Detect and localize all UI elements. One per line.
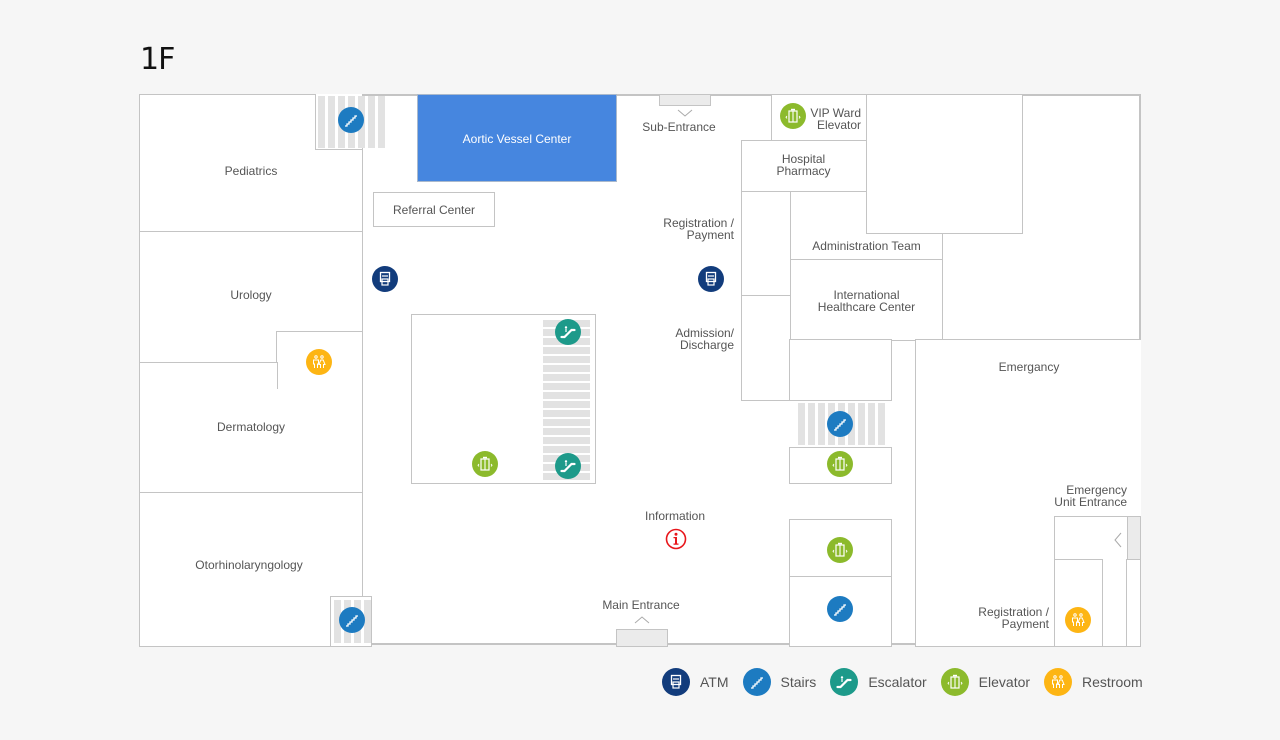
label-line: Payment — [686, 228, 734, 242]
legend-label: Restroom — [1082, 674, 1143, 690]
elevator-icon[interactable] — [472, 451, 498, 477]
label-er-registration-payment: Registration / Payment — [941, 606, 1049, 630]
label-sub-entrance: Sub-Entrance — [642, 120, 716, 134]
information-icon[interactable] — [665, 528, 687, 550]
main-entrance-door[interactable] — [616, 629, 668, 647]
label-line: Elevator — [816, 118, 861, 132]
label-pediatrics: Pediatrics — [224, 164, 278, 178]
stairs-icon[interactable] — [827, 411, 853, 437]
label-information: Information — [644, 509, 706, 523]
sub-entrance-door[interactable] — [659, 94, 711, 106]
label-line: Payment — [1001, 617, 1049, 631]
elevator-icon[interactable] — [827, 537, 853, 563]
floor-map: Pediatrics Urology Dermatology Otorhinol… — [139, 94, 1141, 647]
escalator-icon[interactable] — [555, 453, 581, 479]
label-main-entrance: Main Entrance — [602, 598, 680, 612]
atm-icon[interactable] — [698, 266, 724, 292]
label-emergency: Emergancy — [998, 360, 1060, 374]
elevator-icon[interactable] — [827, 451, 853, 477]
legend-item-stairs[interactable]: Stairs — [742, 668, 817, 696]
room-registration-booth[interactable] — [741, 191, 792, 297]
elevator-icon — [940, 668, 969, 696]
room-right-block-lower — [866, 191, 1023, 234]
label-referral-center: Referral Center — [392, 203, 476, 217]
legend-item-atm[interactable]: ATM — [662, 668, 729, 696]
stairs-icon — [742, 668, 771, 696]
room-admission-booth[interactable] — [741, 295, 792, 401]
label-international-healthcare-center: International Healthcare Center — [790, 289, 943, 313]
room-storage — [789, 339, 892, 401]
label-administration-team: Administration Team — [812, 239, 921, 253]
label-admission-discharge: Admission/ Discharge — [621, 327, 734, 351]
emergency-entrance-door[interactable] — [1127, 516, 1141, 561]
atm-icon[interactable] — [372, 266, 398, 292]
escalator-icon[interactable] — [555, 319, 581, 345]
legend: ATM Stairs Escalator Elevator Restroom — [662, 668, 1157, 696]
legend-label: Elevator — [978, 674, 1031, 690]
label-urology: Urology — [230, 288, 272, 302]
chevron-left-icon — [1114, 532, 1122, 548]
restroom-icon — [1044, 668, 1073, 696]
stairs-icon[interactable] — [827, 596, 853, 622]
room-er-restroom[interactable] — [1054, 559, 1103, 647]
restroom-icon[interactable] — [306, 349, 332, 375]
legend-item-elevator[interactable]: Elevator — [940, 668, 1031, 696]
label-line: Discharge — [679, 338, 734, 352]
elevator-icon[interactable] — [780, 103, 806, 129]
label-line: Healthcare Center — [817, 300, 916, 314]
label-otorhinolaryngology: Otorhinolaryngology — [195, 558, 303, 572]
label-vip-ward-elevator: VIP Ward Elevator — [805, 107, 861, 131]
legend-label: Stairs — [780, 674, 817, 690]
chevron-up-icon — [634, 616, 650, 624]
label-registration-payment: Registration / Payment — [621, 217, 734, 241]
label-aortic-vessel-center: Aortic Vessel Center — [462, 132, 572, 146]
restroom-icon[interactable] — [1065, 607, 1091, 633]
legend-item-escalator[interactable]: Escalator — [830, 668, 927, 696]
label-hospital-pharmacy: Hospital Pharmacy — [741, 153, 866, 177]
label-emergency-unit-entrance: Emergency Unit Entrance — [1021, 484, 1127, 508]
room-er-corridor — [1126, 559, 1141, 647]
chevron-down-icon — [677, 109, 693, 117]
escalator-icon — [830, 668, 859, 696]
stairs-icon[interactable] — [338, 107, 364, 133]
label-line: Pharmacy — [776, 164, 831, 178]
label-line: Unit Entrance — [1054, 495, 1127, 509]
legend-label: Escalator — [868, 674, 927, 690]
floor-title: 1F — [140, 42, 175, 77]
atm-icon — [662, 668, 690, 696]
label-dermatology: Dermatology — [216, 420, 286, 434]
stairs-icon[interactable] — [339, 607, 365, 633]
legend-item-restroom[interactable]: Restroom — [1044, 668, 1143, 696]
legend-label: ATM — [700, 674, 729, 690]
room-dermatology-ext — [276, 389, 363, 494]
